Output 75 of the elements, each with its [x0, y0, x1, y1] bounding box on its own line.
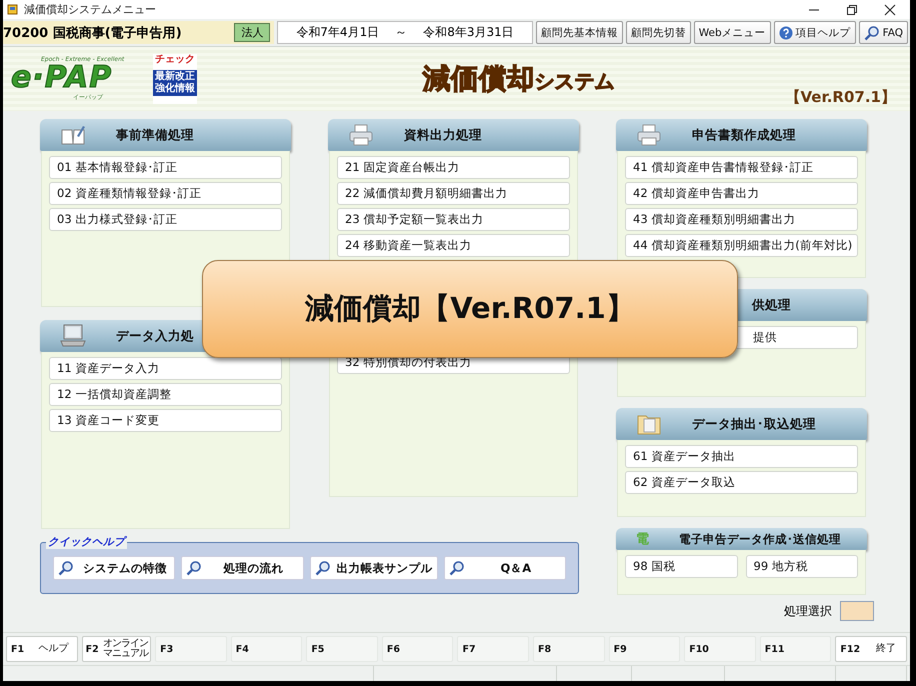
printer-icon	[348, 124, 374, 146]
section-title: 供処理	[752, 296, 791, 314]
menu-item[interactable]: 23 償却予定額一覧表出力	[337, 208, 570, 231]
period-end: 令和8年3月31日	[423, 24, 514, 41]
selection-label: 処理選択	[784, 602, 832, 620]
menu-item[interactable]: 99 地方税	[746, 555, 858, 578]
menu-item[interactable]: 01 基本情報登録･訂正	[49, 156, 282, 179]
menu-item[interactable]: 24 移動資産一覧表出力	[337, 234, 570, 257]
function-key[interactable]: F8	[533, 636, 605, 662]
function-key[interactable]: F11	[760, 636, 832, 662]
toolbar-button[interactable]: 顧問先基本情報	[536, 21, 623, 44]
close-icon[interactable]	[884, 4, 896, 16]
quick-help-button[interactable]: 出力帳表サンプル	[310, 556, 438, 580]
function-key[interactable]: F9	[608, 636, 680, 662]
selection-field[interactable]	[840, 601, 874, 621]
function-key[interactable]: F1 ヘルプ	[6, 636, 78, 662]
badge-title: チェック	[155, 54, 195, 66]
quick-help-button[interactable]: Q＆A	[444, 556, 566, 580]
section-title: データ抽出･取込処理	[692, 416, 816, 432]
menu-item[interactable]: 21 固定資産台帳出力	[337, 156, 570, 179]
menu-item[interactable]: 42 償却資産申告書出力	[625, 182, 858, 205]
menu-item[interactable]: 61 資産データ抽出	[625, 445, 858, 468]
quick-help-button[interactable]: 処理の流れ	[181, 556, 304, 580]
company-name: 70200 国税商事(電子申告用)	[3, 24, 182, 42]
menu-item[interactable]: 44 償却資産種類別明細書出力(前年対比)	[625, 234, 858, 257]
period-start: 令和7年4月1日	[296, 24, 380, 41]
function-key[interactable]: F5	[306, 636, 378, 662]
quick-help-title: クイックヘルプ	[46, 535, 127, 549]
section-title: 電子申告データ作成･送信処理	[679, 532, 841, 546]
menu-item[interactable]: 03 出力様式登録･訂正	[49, 208, 282, 231]
printer-icon	[636, 124, 662, 146]
toolbar-button[interactable]: 項目ヘルプ	[774, 21, 856, 44]
help-icon	[778, 26, 793, 40]
version-label: 【Ver.R07.1】	[786, 88, 896, 107]
toolbar-button[interactable]: 顧問先切替	[626, 21, 691, 44]
menu-item[interactable]: 11 資産データ入力	[49, 357, 282, 380]
search-icon	[314, 560, 331, 576]
function-key[interactable]: F6	[382, 636, 454, 662]
search-icon	[864, 24, 880, 40]
section-title: 事前準備処理	[116, 126, 194, 144]
section-title: 資料出力処理	[404, 126, 482, 144]
search-icon	[448, 560, 465, 576]
toolbar-button[interactable]: Webメニュー	[694, 21, 771, 44]
badge-text: 最新改正 強化情報	[153, 70, 197, 96]
menu-item[interactable]: 41 償却資産申告書情報登録･訂正	[625, 156, 858, 179]
section-title: 申告書類作成処理	[692, 126, 796, 144]
function-key[interactable]: F4	[230, 636, 302, 662]
window-title: 減価償却システムメニュー	[24, 2, 157, 17]
toolbar-button[interactable]: FAQ	[858, 21, 908, 44]
laptop-icon	[60, 324, 86, 348]
system-title: 減価償却システム	[422, 61, 614, 97]
period-separator: ～	[395, 24, 408, 41]
folder-icon	[636, 413, 662, 435]
function-key[interactable]: F10	[684, 636, 756, 662]
menu-item[interactable]: 13 資産コード変更	[49, 409, 282, 432]
menu-item[interactable]: 02 資産種類情報登録･訂正	[49, 182, 282, 205]
function-key[interactable]: F12 終了	[835, 636, 907, 662]
search-icon	[186, 560, 202, 576]
function-key[interactable]: F7	[457, 636, 530, 662]
menu-item[interactable]: 43 償却資産種類別明細書出力	[625, 208, 858, 231]
logo-text: e·PAP	[11, 63, 112, 93]
menu-item[interactable]: 12 一括償却資産調整	[49, 383, 282, 406]
search-icon	[58, 560, 74, 576]
section-title: データ入力処	[116, 328, 194, 344]
app-icon	[7, 4, 18, 15]
menu-item[interactable]: 62 資産データ取込	[625, 471, 858, 494]
function-key[interactable]: F3	[155, 636, 227, 662]
restore-icon[interactable]	[846, 4, 858, 16]
glyph-icon: 電	[636, 530, 649, 548]
book-icon	[60, 124, 86, 146]
menu-item[interactable]: 98 国税	[625, 555, 738, 578]
quick-help-button[interactable]: システムの特徴	[53, 556, 176, 580]
entity-type-tag: 法人	[234, 23, 270, 42]
popup-message: 減価償却【Ver.R07.1】	[305, 290, 635, 327]
menu-item[interactable]: 22 減価償却費月額明細書出力	[337, 182, 570, 205]
